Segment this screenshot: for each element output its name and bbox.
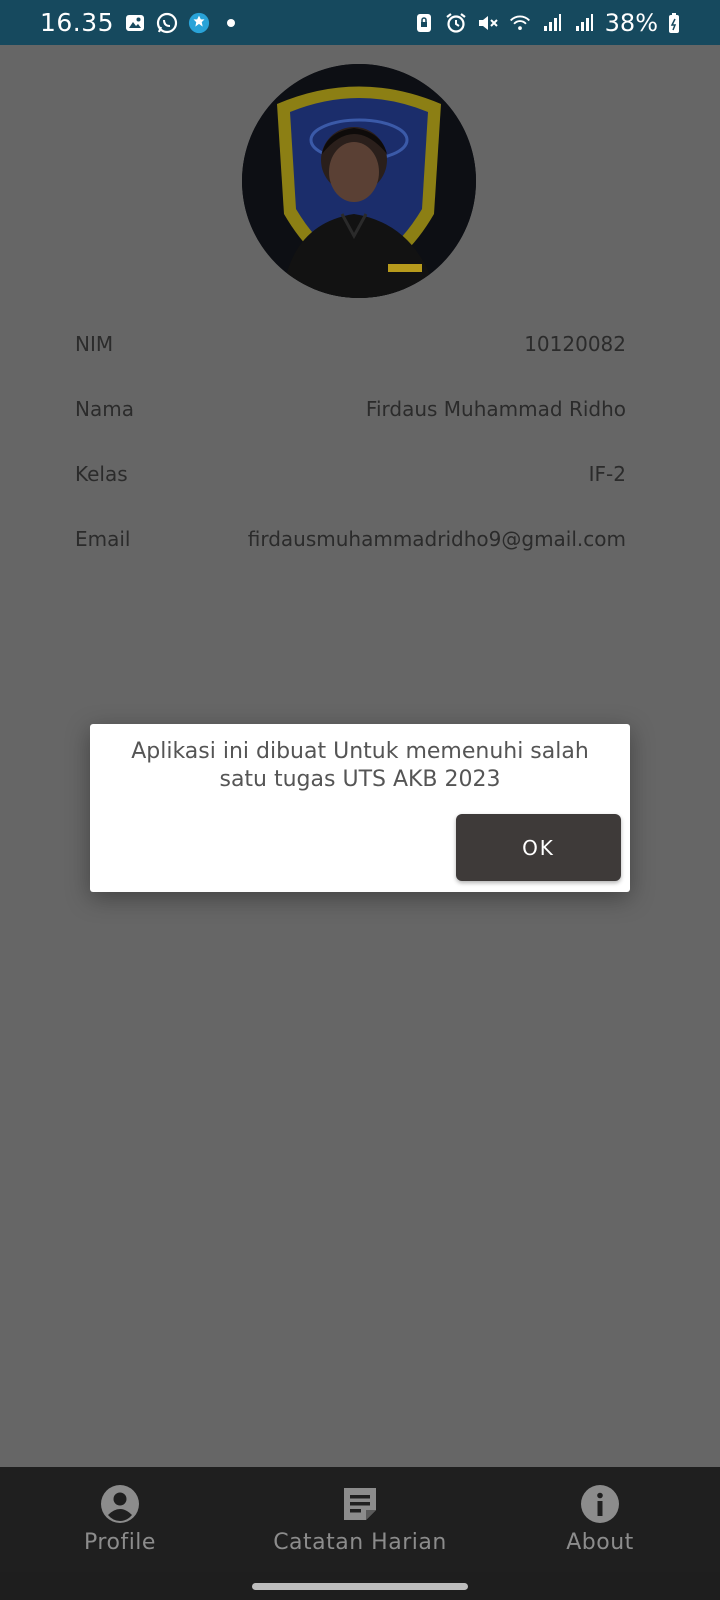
info-row-nim: NIM 10120082 <box>75 324 626 364</box>
kelas-value: IF-2 <box>588 462 626 486</box>
kelas-label: Kelas <box>75 462 128 486</box>
nim-value: 10120082 <box>524 332 626 356</box>
nav-item-catatan-harian[interactable]: Catatan Harian <box>240 1467 480 1572</box>
info-icon <box>581 1485 619 1523</box>
nav-label-about: About <box>566 1530 634 1555</box>
gallery-icon <box>124 12 146 34</box>
status-bar: 16.35 38% <box>0 0 720 45</box>
ok-button[interactable]: OK <box>456 814 621 881</box>
dialog-message: Aplikasi ini dibuat Untuk memenuhi salah… <box>131 739 589 792</box>
wifi-icon <box>509 12 531 34</box>
gesture-bar[interactable] <box>252 1583 468 1590</box>
profile-avatar <box>242 64 476 298</box>
nama-value: Firdaus Muhammad Ridho <box>365 397 626 421</box>
status-time: 16.35 <box>40 8 115 37</box>
email-value: firdausmuhammadridho9@gmail.com <box>247 527 626 551</box>
nav-label-catatan-harian: Catatan Harian <box>273 1530 447 1555</box>
app-notification-icon <box>188 12 210 34</box>
account-circle-icon <box>101 1485 139 1523</box>
nav-item-profile[interactable]: Profile <box>0 1467 240 1572</box>
status-bar-right: 38% <box>413 9 680 37</box>
nama-label: Nama <box>75 397 134 421</box>
dot-icon <box>220 12 242 34</box>
signal-icon <box>541 12 563 34</box>
nav-label-profile: Profile <box>84 1530 156 1555</box>
bottom-navigation: Profile Catatan Harian About <box>0 1467 720 1572</box>
signal-icon <box>573 12 595 34</box>
note-icon <box>344 1488 376 1520</box>
email-label: Email <box>75 527 131 551</box>
info-row-kelas: Kelas IF-2 <box>75 454 626 494</box>
mute-icon <box>477 12 499 34</box>
whatsapp-icon <box>156 12 178 34</box>
info-row-email: Email firdausmuhammadridho9@gmail.com <box>75 519 626 559</box>
lock-icon <box>413 12 435 34</box>
nim-label: NIM <box>75 332 114 356</box>
info-row-nama: Nama Firdaus Muhammad Ridho <box>75 389 626 429</box>
battery-icon <box>668 12 680 34</box>
about-dialog: Aplikasi ini dibuat Untuk memenuhi salah… <box>90 724 630 892</box>
battery-percent: 38% <box>604 8 658 37</box>
alarm-icon <box>445 12 467 34</box>
nav-item-about[interactable]: About <box>480 1467 720 1572</box>
status-bar-left: 16.35 <box>40 8 242 37</box>
